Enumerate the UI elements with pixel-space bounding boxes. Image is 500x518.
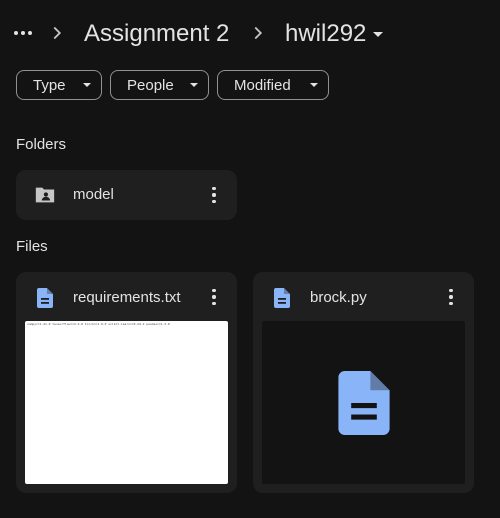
dot-icon: [212, 193, 216, 197]
breadcrumb-parent[interactable]: Assignment 2: [84, 22, 229, 46]
thumbnail-preview-text: numpy==1.21.0 tensorflow==2.6.0 torch==1…: [27, 322, 170, 326]
filter-modified-chip[interactable]: Modified: [217, 70, 329, 100]
shared-folder-icon: [35, 187, 55, 203]
dot-icon: [449, 288, 453, 293]
filter-modified-label: Modified: [234, 76, 291, 94]
doc-icon: [274, 288, 290, 308]
file-name: brock.py: [310, 289, 367, 306]
file-thumbnail: [262, 321, 465, 484]
caret-down-icon: [373, 32, 384, 37]
breadcrumb-current-label: hwil292: [285, 20, 367, 47]
dot-icon: [28, 31, 32, 35]
file-card-brock[interactable]: brock.py: [253, 272, 474, 493]
dot-icon: [449, 295, 453, 299]
chevron-right-icon: [254, 26, 263, 40]
file-name: requirements.txt: [73, 289, 181, 306]
dot-icon: [212, 288, 216, 293]
chevron-right-icon: [53, 26, 62, 40]
caret-down-icon: [190, 83, 198, 87]
folder-card-model[interactable]: model: [16, 170, 237, 220]
large-doc-icon: [337, 370, 390, 435]
filter-people-label: People: [127, 76, 174, 94]
dot-icon: [212, 186, 216, 191]
dot-icon: [14, 31, 18, 35]
filter-people-chip[interactable]: People: [110, 70, 209, 100]
dot-icon: [212, 199, 216, 204]
doc-icon: [37, 288, 53, 308]
folders-heading: Folders: [16, 136, 67, 153]
dot-icon: [449, 301, 453, 306]
filter-type-label: Type: [33, 76, 66, 94]
files-heading: Files: [16, 238, 48, 255]
caret-down-icon: [83, 83, 91, 87]
dot-icon: [212, 301, 216, 306]
more-actions-button[interactable]: [441, 287, 461, 307]
more-actions-button[interactable]: [204, 287, 224, 307]
caret-down-icon: [310, 83, 318, 87]
dot-icon: [21, 31, 25, 35]
folder-name: model: [73, 186, 114, 203]
file-thumbnail: numpy==1.21.0 tensorflow==2.6.0 torch==1…: [25, 321, 228, 484]
more-breadcrumbs-button[interactable]: [12, 22, 34, 44]
file-card-requirements[interactable]: requirements.txt numpy==1.21.0 tensorflo…: [16, 272, 237, 493]
breadcrumb-current-folder[interactable]: hwil292: [285, 22, 386, 46]
filter-type-chip[interactable]: Type: [16, 70, 102, 100]
dot-icon: [212, 295, 216, 299]
more-actions-button[interactable]: [204, 185, 224, 205]
